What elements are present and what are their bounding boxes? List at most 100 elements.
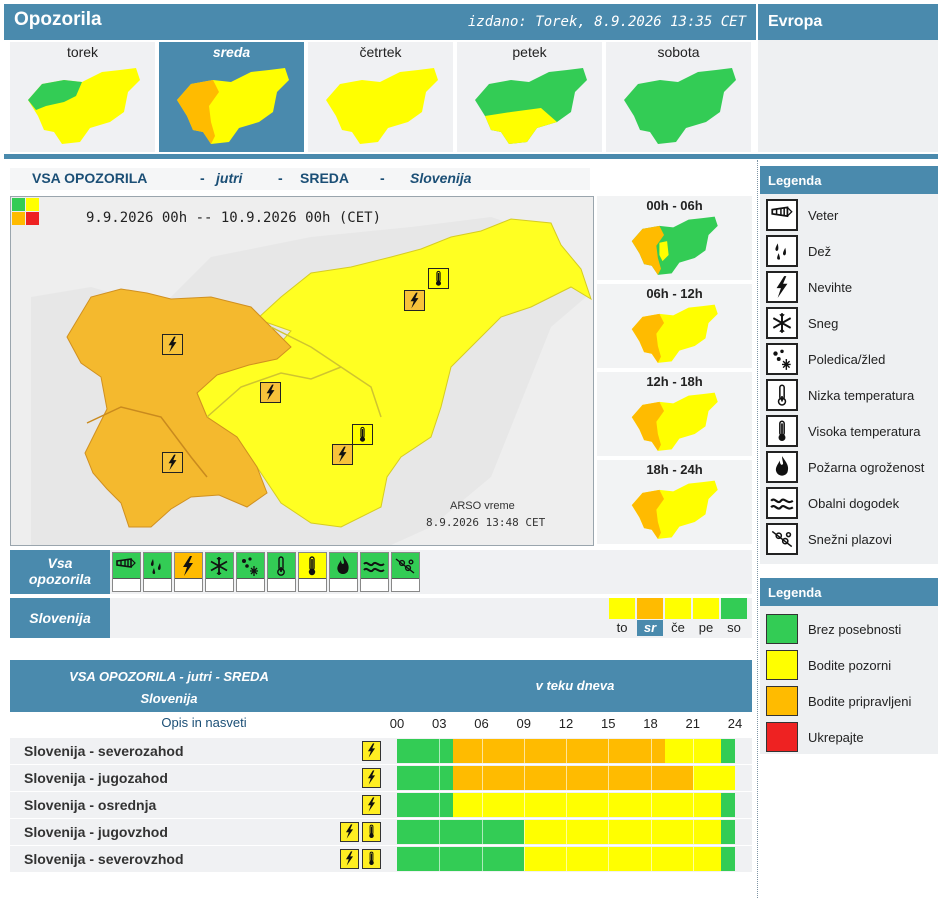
day-tab-cetrtek[interactable]: četrtek [308, 42, 453, 152]
thunderstorm-icon [338, 446, 347, 463]
day-level-square[interactable] [609, 598, 635, 619]
slice-map [631, 216, 718, 275]
all-warnings-filter[interactable]: Vsa opozorila [10, 550, 110, 594]
region-name: Slovenija - severozahod [24, 743, 184, 759]
map-marker-high-temperature-icon[interactable] [428, 268, 449, 289]
warning-map[interactable] [10, 196, 594, 546]
timeline-segment [453, 793, 721, 817]
region-filter[interactable]: Slovenija [10, 598, 110, 638]
row-high-temperature-icon[interactable] [362, 849, 381, 869]
map-marker-high-temperature-icon[interactable] [352, 424, 373, 445]
filter-high-temperature[interactable] [298, 552, 327, 592]
slice-label: 18h - 24h [646, 462, 703, 477]
wind-icon [771, 206, 793, 218]
day-abbr-sr[interactable]: sr [637, 620, 663, 636]
thunderstorm-icon [367, 797, 376, 812]
row-thunderstorm-icon[interactable] [340, 822, 359, 842]
slice-12-18[interactable]: 12h - 18h [597, 372, 752, 456]
coastal-event-icon [770, 498, 794, 510]
row-high-temperature-icon[interactable] [362, 822, 381, 842]
filter-low-temperature[interactable] [267, 552, 296, 592]
high-temperature-icon [435, 270, 442, 286]
legend-item: Požarna ogroženost [760, 450, 938, 484]
day-abbr-pe[interactable]: pe [693, 620, 719, 636]
timeline-tick [608, 820, 610, 844]
filter-snow[interactable] [205, 552, 234, 592]
day-tab-sobota[interactable]: sobota [606, 42, 751, 152]
heading-weekday: SREDA [300, 170, 350, 186]
timeline-tick [650, 847, 652, 871]
timeline-segment [720, 820, 735, 844]
day-abbr-to[interactable]: to [609, 620, 635, 636]
filter-black-ice[interactable] [236, 552, 265, 592]
heading-tomorrow: jutri [216, 170, 243, 186]
legend-label: Ukrepajte [808, 730, 864, 745]
legend-color-swatch [766, 650, 798, 680]
timeline-tick [523, 793, 525, 817]
timeline-segment [523, 847, 721, 871]
legend-item: Sneg [760, 306, 938, 340]
timeline-tick [523, 766, 525, 790]
thunderstorm-icon [345, 824, 354, 839]
timeline-row[interactable]: Slovenija - osrednja [10, 792, 752, 818]
timeline-tick [481, 820, 483, 844]
filter-rain[interactable] [143, 552, 172, 592]
heading-dash: - [278, 170, 283, 186]
timeline-row[interactable]: Slovenija - severovzhod [10, 846, 752, 872]
map-marker-thunderstorm-icon[interactable] [260, 382, 281, 403]
timeline-segment [720, 739, 735, 763]
timeline-tick [692, 766, 694, 790]
timeline-segment [397, 766, 454, 790]
row-thunderstorm-icon[interactable] [362, 795, 381, 815]
hour-label: 09 [516, 716, 531, 731]
timeline-row[interactable]: Slovenija - jugovzhod [10, 819, 752, 845]
timeline-row[interactable]: Slovenija - severozahod [10, 738, 752, 764]
day-tab-petek[interactable]: petek [457, 42, 602, 152]
day-level-square[interactable] [665, 598, 691, 619]
legend-label: Nizka temperatura [808, 388, 915, 403]
europe-tab[interactable]: Evropa [758, 4, 938, 40]
filter-avalanche[interactable] [391, 552, 420, 592]
slice-map [631, 480, 718, 539]
slice-00-06[interactable]: 00h - 06h [597, 196, 752, 280]
slovenia-map [11, 197, 593, 545]
map-marker-thunderstorm-icon[interactable] [404, 290, 425, 311]
day-abbr-so[interactable]: so [721, 620, 747, 636]
day-level-square[interactable] [693, 598, 719, 619]
day-tab-torek[interactable]: torek [10, 42, 155, 152]
filter-thunderstorm[interactable] [174, 552, 203, 592]
map-marker-thunderstorm-icon[interactable] [162, 452, 183, 473]
legend-color-swatch [766, 686, 798, 716]
day-level-square[interactable] [721, 598, 747, 619]
day-level-square[interactable] [637, 598, 663, 619]
legend-icon-box [766, 307, 798, 339]
row-thunderstorm-icon[interactable] [340, 849, 359, 869]
day-abbr-če[interactable]: če [665, 620, 691, 636]
filter-coastal-event[interactable] [360, 552, 389, 592]
timeline-tick [566, 820, 567, 844]
timeline-row[interactable]: Slovenija - jugozahod [10, 765, 752, 791]
timeline-tick [439, 820, 441, 844]
europe-panel [758, 40, 938, 152]
timeline-tick [608, 739, 610, 763]
row-thunderstorm-icon[interactable] [362, 768, 381, 788]
timeline-title-1: VSA OPOZORILA - jutri - SREDA [69, 669, 269, 684]
timeline-segment [692, 766, 735, 790]
map-marker-thunderstorm-icon[interactable] [332, 444, 353, 465]
day-tab-sreda[interactable]: sreda [159, 42, 304, 152]
day-map-thumbnail [28, 68, 140, 144]
filter-wind[interactable] [112, 552, 141, 592]
timeline-tick [608, 847, 610, 871]
slice-06-12[interactable]: 06h - 12h [597, 284, 752, 368]
row-thunderstorm-icon[interactable] [362, 741, 381, 761]
slice-18-24[interactable]: 18h - 24h [597, 460, 752, 544]
legend-levels-header: Legenda [760, 578, 938, 606]
map-credit-time: 8.9.2026 13:48 CET [426, 516, 546, 529]
filter-fire-danger[interactable] [329, 552, 358, 592]
description-link[interactable]: Opis in nasveti [10, 715, 398, 730]
legend-label: Snežni plazovi [808, 532, 892, 547]
day-tabs: torek sreda četrtek petek sobota [10, 42, 752, 152]
legend-icon-box [766, 235, 798, 267]
timeline-tick [481, 847, 483, 871]
map-marker-thunderstorm-icon[interactable] [162, 334, 183, 355]
